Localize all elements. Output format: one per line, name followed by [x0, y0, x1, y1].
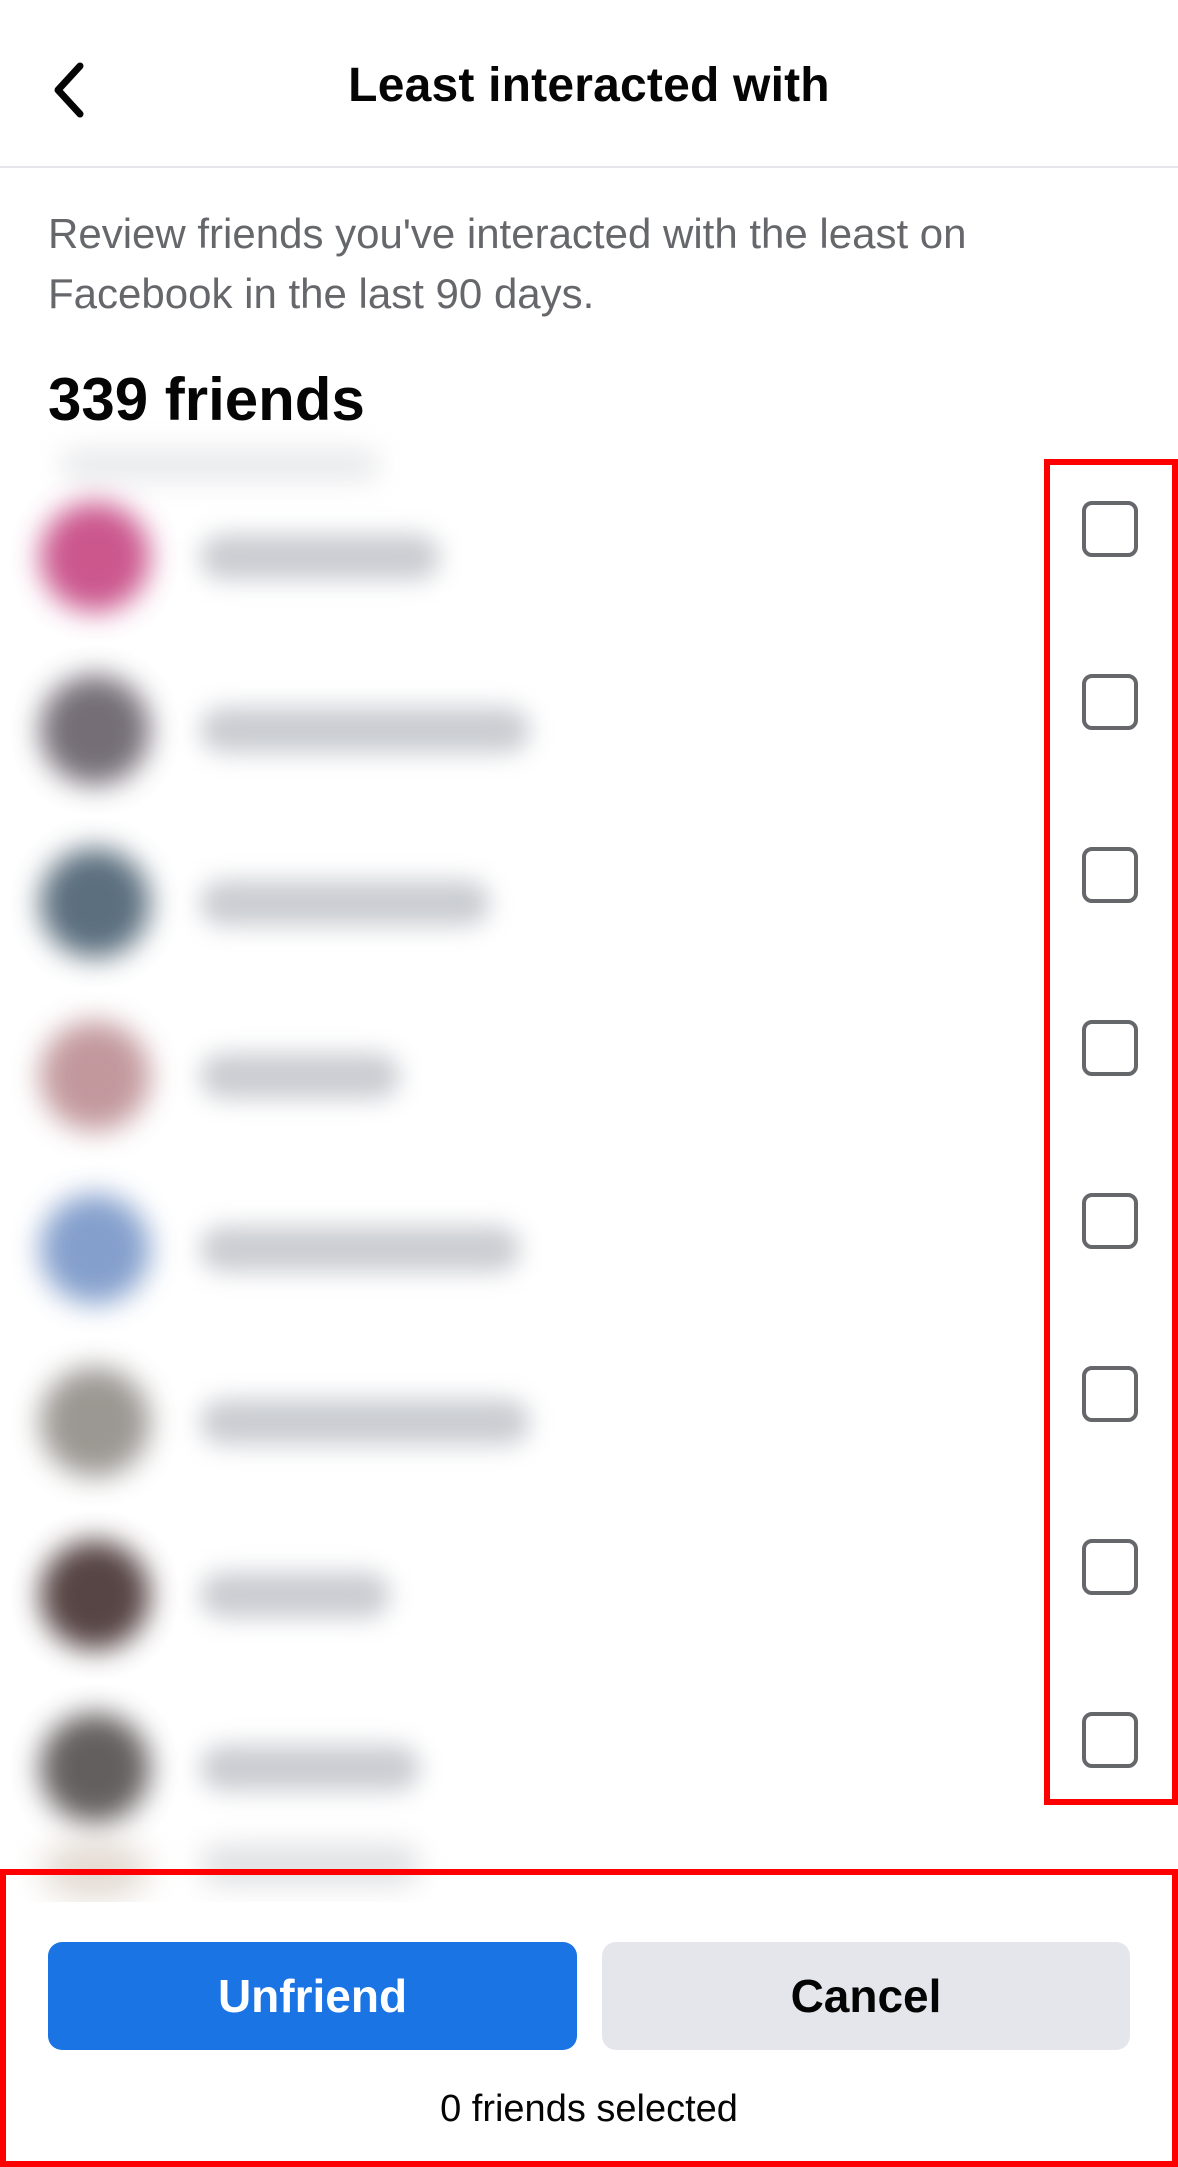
friend-avatar: [40, 1194, 150, 1304]
friend-avatar: [40, 1713, 150, 1823]
page-description: Review friends you've interacted with th…: [48, 210, 967, 317]
friend-name-blurred: [200, 1745, 420, 1791]
friend-row[interactable]: [0, 460, 1178, 633]
friend-avatar: [40, 1021, 150, 1131]
friend-avatar: [40, 502, 150, 612]
friend-name-blurred: [200, 1226, 520, 1272]
friend-row[interactable]: [0, 633, 1178, 806]
friend-row[interactable]: [0, 806, 1178, 979]
friend-checkbox[interactable]: [1082, 501, 1138, 557]
friend-row[interactable]: [0, 979, 1178, 1152]
friend-name-blurred: [200, 1053, 400, 1099]
friend-avatar: [40, 1540, 150, 1650]
friend-name-blurred: [200, 1399, 530, 1445]
friend-list: [0, 458, 1178, 1903]
friend-name-blurred: [200, 534, 440, 580]
friend-checkbox[interactable]: [1082, 1539, 1138, 1595]
friend-checkbox[interactable]: [1082, 847, 1138, 903]
friend-name-blurred: [200, 707, 530, 753]
friend-row[interactable]: [0, 1152, 1178, 1325]
selected-count: 0 friends selected: [440, 2088, 738, 2130]
friend-checkbox[interactable]: [1082, 1366, 1138, 1422]
friend-avatar: [40, 848, 150, 958]
friend-name-blurred: [200, 1572, 390, 1618]
page-title: Least interacted with: [348, 59, 830, 112]
action-footer: Unfriend Cancel 0 friends selected: [0, 1902, 1178, 2167]
partial-friend-avatar-bottom: [40, 1840, 150, 1900]
friend-row[interactable]: [0, 1671, 1178, 1844]
cancel-button[interactable]: Cancel: [602, 1942, 1130, 2050]
friend-checkbox[interactable]: [1082, 1712, 1138, 1768]
friend-count: 339 friends: [48, 366, 365, 433]
friend-checkbox[interactable]: [1082, 1020, 1138, 1076]
friend-avatar: [40, 675, 150, 785]
friend-avatar: [40, 1367, 150, 1477]
friend-checkbox[interactable]: [1082, 1193, 1138, 1249]
friend-checkbox[interactable]: [1082, 674, 1138, 730]
friend-name-blurred: [200, 880, 490, 926]
friend-row[interactable]: [0, 1325, 1178, 1498]
header: Least interacted with: [0, 0, 1178, 168]
least-interacted-page: Least interacted with Review friends you…: [0, 0, 1178, 2167]
partial-friend-name-bottom: [200, 1845, 420, 1885]
unfriend-button[interactable]: Unfriend: [48, 1942, 577, 2050]
friend-row[interactable]: [0, 1498, 1178, 1671]
